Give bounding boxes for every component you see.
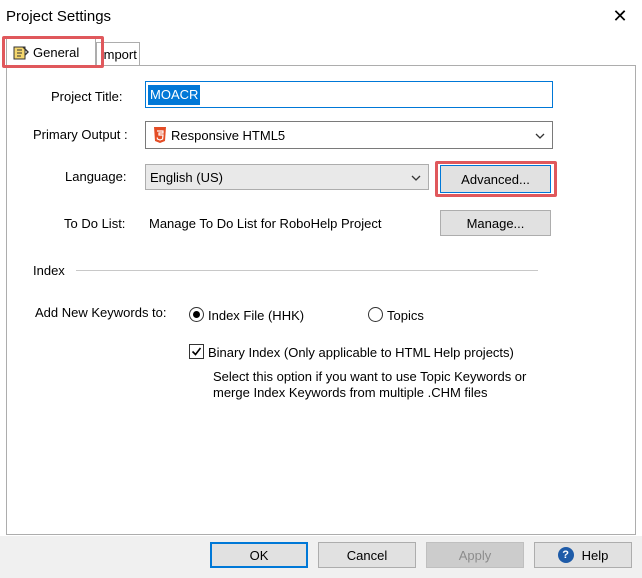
radio-topics-label: Topics [387,308,424,323]
help-button[interactable]: ? Help [534,542,632,568]
manage-button-label: Manage... [466,215,525,231]
todo-label: To Do List: [64,216,126,231]
primary-output-label: Primary Output : [33,127,128,142]
chevron-down-icon [535,133,545,139]
checkmark-icon [191,347,202,356]
ok-button-label: OK [249,547,269,563]
title-bar: Project Settings ✕ [0,0,642,34]
language-value: English (US) [150,169,223,185]
language-label: Language: [65,169,127,184]
primary-output-select[interactable]: Responsive HTML5 [145,121,553,149]
project-title-input[interactable]: MOACR [145,81,553,108]
apply-button[interactable]: Apply [426,542,524,568]
manage-button[interactable]: Manage... [440,210,551,236]
binary-index-label: Binary Index (Only applicable to HTML He… [208,345,514,360]
help-icon: ? [557,547,574,563]
general-settings-icon [13,46,29,59]
language-select[interactable]: English (US) [145,164,429,190]
close-button[interactable]: ✕ [608,4,632,28]
close-icon: ✕ [612,5,628,26]
apply-button-label: Apply [458,547,492,563]
tab-import-label: Import [100,47,137,62]
radio-index-file[interactable] [189,307,204,322]
chevron-down-icon [411,175,421,181]
tab-general[interactable]: General [6,38,96,66]
html5-icon [154,127,166,143]
ok-button[interactable]: OK [210,542,308,568]
radio-topics[interactable] [368,307,383,322]
todo-text: Manage To Do List for RoboHelp Project [149,216,382,231]
tab-general-label: General [33,45,80,60]
binary-index-note-line1: Select this option if you want to use To… [213,369,527,384]
help-button-label: Help [581,547,609,563]
index-divider [76,270,538,271]
radio-index-file-label: Index File (HHK) [208,308,305,323]
binary-index-checkbox[interactable] [189,344,204,359]
window-title: Project Settings [6,8,112,25]
project-title-label: Project Title: [51,89,123,104]
cancel-button-label: Cancel [346,547,388,563]
advanced-button[interactable]: Advanced... [440,165,551,193]
tab-import[interactable]: Import [96,42,140,66]
advanced-button-label: Advanced... [461,171,530,187]
cancel-button[interactable]: Cancel [318,542,416,568]
add-keywords-label: Add New Keywords to: [35,305,167,320]
tab-strip: General Import [0,34,642,66]
index-section-label: Index [33,263,65,278]
radio-selected-dot [193,311,200,318]
project-title-value: MOACR [148,85,201,105]
primary-output-value: Responsive HTML5 [171,127,286,143]
binary-index-note-line2: merge Index Keywords from multiple .CHM … [213,385,488,400]
